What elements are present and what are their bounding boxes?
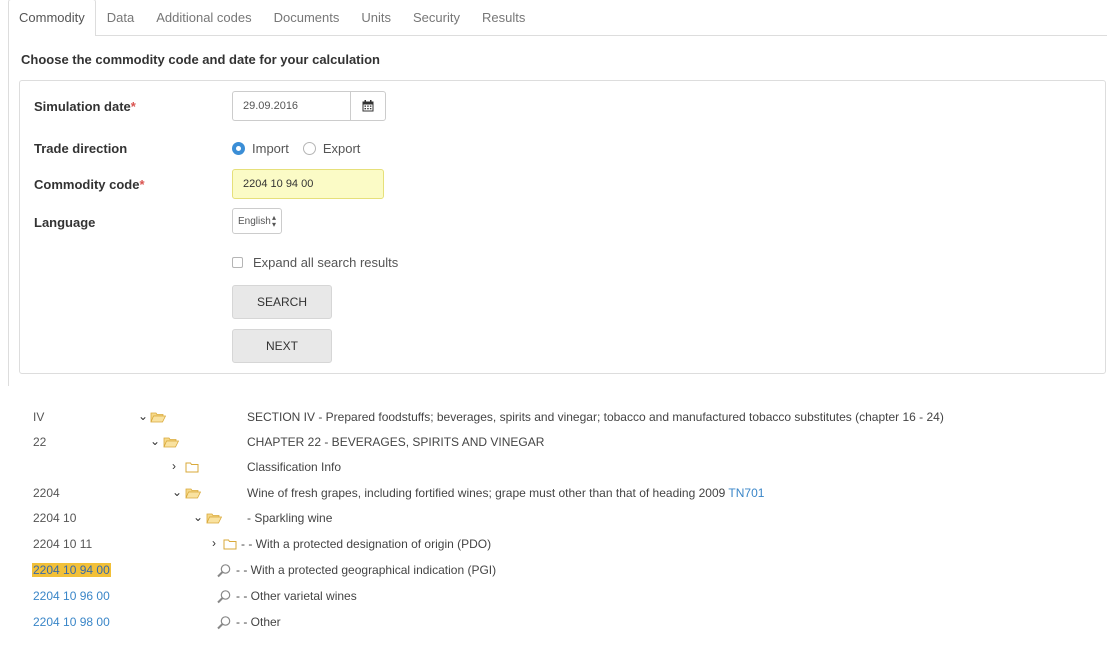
simulation-date-group [232,91,386,121]
chevron-down-icon[interactable]: ⌄ [138,409,148,423]
page-title: Choose the commodity code and date for y… [21,52,380,67]
tree-code-link[interactable]: 2204 10 98 00 [33,615,110,629]
magnifier-icon[interactable] [216,563,232,579]
tab-bar: Commodity Data Additional codes Document… [8,0,1107,36]
tab-units[interactable]: Units [350,0,402,35]
export-radio[interactable] [302,142,316,155]
commodity-code-label: Commodity code* [34,177,145,192]
tree-row[interactable]: IV ⌄ SECTION IV - Prepared foodstuffs; b… [0,406,1107,431]
tab-security[interactable]: Security [402,0,471,35]
simulation-date-label: Simulation date* [34,99,136,114]
tree-description: Classification Info [247,460,342,474]
language-selected-value: English [238,215,271,227]
commodity-code-input[interactable] [232,169,384,199]
tree-code-link[interactable]: 2204 10 96 00 [33,589,110,603]
tree-row[interactable]: 2204 10 96 00 - - Other varietal wines [0,585,1107,610]
tree-code: 2204 [33,486,60,500]
tree-description: - Sparkling wine [247,511,333,525]
tab-commodity[interactable]: Commodity [8,0,96,36]
magnifier-icon[interactable] [216,589,232,605]
tree-description: - - With a protected geographical indica… [236,563,497,577]
tree-code: 22 [33,435,47,449]
folder-icon [185,462,199,473]
footnote-link[interactable]: TN701 [728,486,764,500]
folder-open-icon [163,437,179,448]
tree-code: 2204 10 [33,511,77,525]
export-label[interactable]: Export [323,141,361,156]
folder-open-icon [185,488,201,499]
expand-results-checkbox[interactable] [232,257,243,268]
chevron-down-icon[interactable]: ⌄ [150,434,160,448]
required-marker: * [130,99,136,114]
calendar-icon [362,100,374,112]
search-button[interactable]: SEARCH [232,285,332,319]
simulation-date-input[interactable] [232,91,350,121]
tree-description: - - Other varietal wines [236,589,357,603]
chevron-right-icon[interactable]: › [212,536,216,550]
tree-row[interactable]: 2204 10 ⌄ - Sparkling wine [0,507,1107,532]
tree-description: - - With a protected designation of orig… [241,537,492,551]
trade-direction-radio-group: Import Export [232,141,360,156]
folder-open-icon [150,412,166,423]
tree-description: - - Other [236,615,281,629]
expand-results-row: Expand all search results [232,255,398,270]
expand-results-label[interactable]: Expand all search results [253,255,398,270]
trade-direction-label: Trade direction [34,141,128,156]
folder-icon [223,539,237,550]
chevron-right-icon[interactable]: › [172,459,176,473]
next-button[interactable]: NEXT [232,329,332,363]
tree-code: IV [33,410,45,424]
calculation-form-panel: Simulation date* Trade direction Import … [19,80,1106,374]
required-marker: * [139,177,145,192]
tree-row[interactable]: 2204 10 11 › - - With a protected design… [0,533,1107,558]
tree-description: SECTION IV - Prepared foodstuffs; bevera… [247,410,944,424]
tab-additional-codes[interactable]: Additional codes [145,0,262,35]
tree-row[interactable]: 2204 ⌄ Wine of fresh grapes, including f… [0,482,1107,507]
select-arrows-icon: ▴ ▾ [271,213,276,229]
tree-description: CHAPTER 22 - BEVERAGES, SPIRITS AND VINE… [247,435,545,449]
tree-code: 2204 10 11 [33,537,93,551]
tab-results[interactable]: Results [471,0,536,35]
tree-code-highlighted[interactable]: 2204 10 94 00 [32,563,111,577]
tree-row-selected[interactable]: 2204 10 94 00 - - With a protected geogr… [0,559,1107,584]
magnifier-icon[interactable] [216,615,232,631]
language-label: Language [34,215,96,230]
tree-row[interactable]: 2204 10 98 00 - - Other [0,611,1107,636]
tree-row[interactable]: 22 ⌄ CHAPTER 22 - BEVERAGES, SPIRITS AND… [0,431,1107,456]
commodity-tree: IV ⌄ SECTION IV - Prepared foodstuffs; b… [0,400,1107,655]
import-radio[interactable] [232,142,245,155]
tab-documents[interactable]: Documents [263,0,351,35]
commodity-tab-content: Choose the commodity code and date for y… [8,36,1107,386]
calendar-button[interactable] [350,91,386,121]
import-label[interactable]: Import [252,141,289,156]
tree-description: Wine of fresh grapes, including fortifie… [247,486,765,500]
chevron-down-icon[interactable]: ⌄ [193,510,203,524]
tab-data[interactable]: Data [96,0,145,35]
tree-row[interactable]: › Classification Info [0,456,1107,481]
chevron-down-icon[interactable]: ⌄ [172,485,182,499]
folder-open-icon [206,513,222,524]
language-select[interactable]: English ▴ ▾ [232,208,282,234]
